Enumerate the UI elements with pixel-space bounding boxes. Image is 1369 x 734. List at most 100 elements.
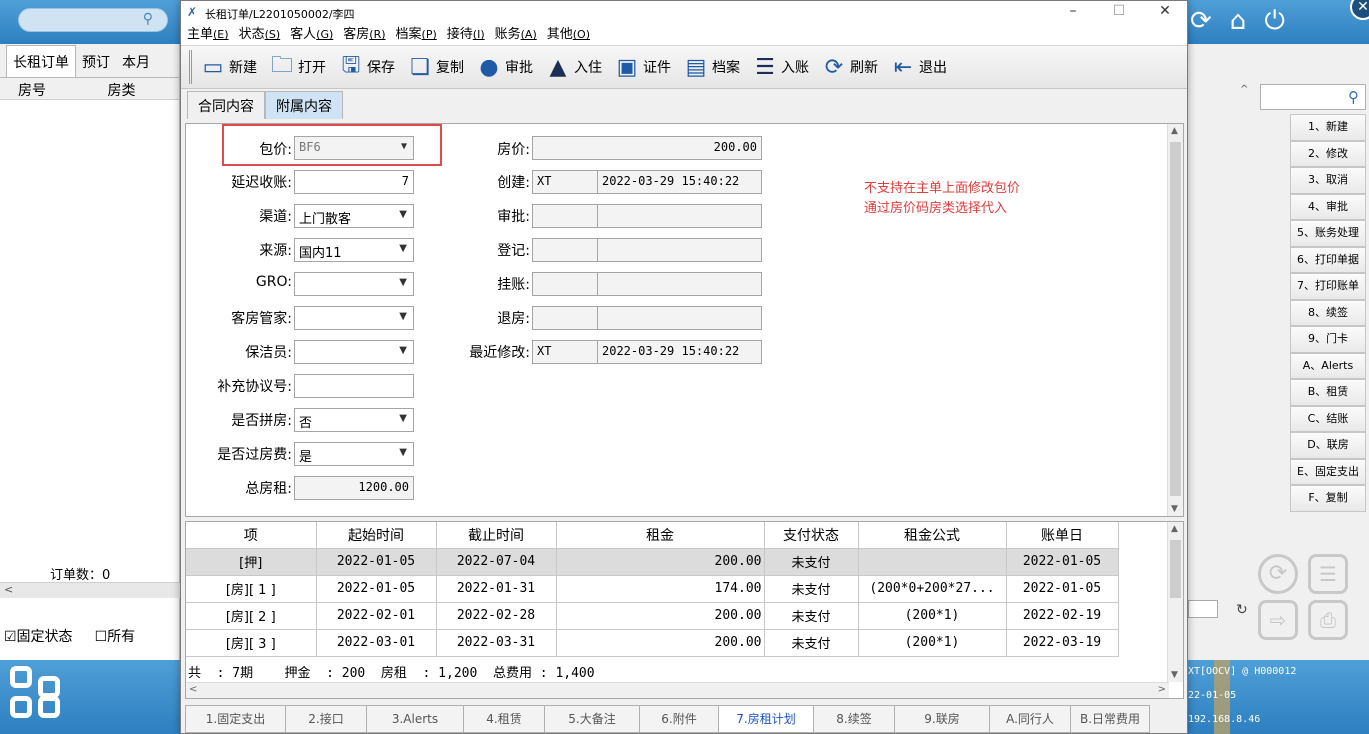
- supplement-input[interactable]: [294, 374, 414, 398]
- new-button[interactable]: ▭ 新建: [200, 50, 257, 84]
- small-input[interactable]: [1188, 600, 1218, 618]
- form-scrollbar[interactable]: ▲ ▼: [1167, 124, 1183, 516]
- action-item[interactable]: C、结账: [1290, 405, 1366, 432]
- window-titlebar[interactable]: ✗ 长租订单/L2201050002/李四 – ☐ ✕: [181, 1, 1187, 25]
- refresh-small-icon[interactable]: ↻: [1236, 602, 1248, 618]
- table-row[interactable]: [房][ 1 ] 2022-01-05 2022-01-31 174.00 未支…: [186, 575, 1119, 603]
- close-button[interactable]: ✕: [1147, 3, 1183, 23]
- tab-lease[interactable]: 4.租赁: [463, 705, 545, 733]
- tab-fixed-expense[interactable]: 1.固定支出: [185, 705, 286, 733]
- all-checkbox[interactable]: ☐所有: [95, 626, 136, 646]
- table-row[interactable]: [房][ 2 ] 2022-02-01 2022-02-28 200.00 未支…: [186, 602, 1119, 630]
- open-button[interactable]: 🗀 打开: [269, 50, 326, 84]
- col-bill-day[interactable]: 账单日: [1006, 522, 1119, 549]
- approve-button[interactable]: ● 审批: [476, 50, 533, 84]
- tab-linked-rooms[interactable]: 9.联房: [894, 705, 990, 733]
- app-search-box[interactable]: ⚲: [18, 8, 168, 32]
- action-item[interactable]: 6、打印单据: [1290, 246, 1366, 273]
- post-button[interactable]: ☰ 入账: [752, 50, 809, 84]
- share-room-select[interactable]: 否 ▼: [294, 408, 414, 432]
- menu-other[interactable]: 其他(O): [547, 25, 590, 45]
- cleaner-select[interactable]: ▼: [294, 340, 414, 364]
- action-item[interactable]: D、联房: [1290, 432, 1366, 459]
- gro-select[interactable]: ▼: [294, 272, 414, 296]
- tab-companions[interactable]: A.同行人: [989, 705, 1071, 733]
- delay-billing-input[interactable]: 7: [294, 170, 414, 194]
- scroll-up-icon[interactable]: ▲: [1171, 126, 1178, 136]
- grid-horizontal-scrollbar[interactable]: < >: [186, 682, 1169, 698]
- menu-status[interactable]: 状态(S): [239, 25, 281, 45]
- action-item[interactable]: F、复制: [1290, 485, 1366, 512]
- grid-vertical-scrollbar[interactable]: ▲ ▼: [1167, 522, 1183, 682]
- order-list-scrollbar[interactable]: <: [0, 582, 180, 598]
- col-room-no[interactable]: 房号: [0, 78, 90, 99]
- list-icon[interactable]: ☰: [1308, 554, 1348, 594]
- col-end-date[interactable]: 截止时间: [436, 522, 557, 549]
- col-item[interactable]: 项: [186, 522, 317, 549]
- tab-long-rent-orders[interactable]: 长租订单: [6, 45, 76, 77]
- print-icon[interactable]: ⎙: [1308, 600, 1348, 640]
- col-pay-status[interactable]: 支付状态: [764, 522, 859, 549]
- channel-select[interactable]: 上门散客 ▼: [294, 204, 414, 228]
- profile-button[interactable]: ▤ 档案: [683, 50, 740, 84]
- action-item[interactable]: 3、取消: [1290, 167, 1366, 194]
- tab-renewal[interactable]: 8.续签: [813, 705, 895, 733]
- scroll-down-icon[interactable]: ▼: [1171, 670, 1178, 680]
- action-item[interactable]: 7、打印账单: [1290, 273, 1366, 300]
- refresh-button[interactable]: ⟳ 刷新: [821, 50, 878, 84]
- power-icon[interactable]: ⏻: [1264, 6, 1285, 37]
- tab-remarks[interactable]: 5.大备注: [544, 705, 640, 733]
- scroll-thumb[interactable]: [1170, 540, 1181, 598]
- menu-profile[interactable]: 档案(P): [396, 25, 437, 45]
- col-start-date[interactable]: 起始时间: [316, 522, 437, 549]
- scroll-down-icon[interactable]: ▼: [1171, 504, 1178, 514]
- scroll-left-icon[interactable]: <: [4, 583, 13, 596]
- tab-attached-content[interactable]: 附属内容: [265, 91, 343, 119]
- copy-button[interactable]: ❏ 复制: [407, 50, 464, 84]
- tab-attachments[interactable]: 6.附件: [639, 705, 719, 733]
- refresh-circle-icon[interactable]: ⟳: [1190, 6, 1212, 37]
- action-item[interactable]: 2、修改: [1290, 140, 1366, 167]
- menu-guest[interactable]: 客人(G): [290, 25, 333, 45]
- tab-interface[interactable]: 2.接口: [285, 705, 367, 733]
- import-icon[interactable]: ⇨: [1258, 600, 1298, 640]
- search-refresh-icon[interactable]: ⟳: [1258, 554, 1298, 594]
- action-item[interactable]: 5、账务处理: [1290, 220, 1366, 247]
- action-item[interactable]: E、固定支出: [1290, 458, 1366, 485]
- col-rent[interactable]: 租金: [556, 522, 765, 549]
- col-room-type[interactable]: 房类: [90, 78, 180, 99]
- menu-accounts[interactable]: 账务(A): [495, 25, 537, 45]
- exit-button[interactable]: ⇤ 退出: [890, 50, 947, 84]
- action-item[interactable]: 1、新建: [1290, 114, 1366, 141]
- table-row[interactable]: [押] 2022-01-05 2022-07-04 200.00 未支付 202…: [186, 548, 1119, 576]
- scroll-up-icon[interactable]: ▲: [1171, 524, 1178, 534]
- save-button[interactable]: 🖫 保存: [338, 50, 395, 84]
- id-button[interactable]: ▣ 证件: [614, 50, 671, 84]
- action-item[interactable]: B、租赁: [1290, 379, 1366, 406]
- scroll-up-icon[interactable]: ^: [1240, 84, 1248, 95]
- tab-rent-plan[interactable]: 7.房租计划: [718, 705, 814, 733]
- minimize-button[interactable]: –: [1055, 3, 1091, 23]
- tab-reservations[interactable]: 预订: [76, 46, 116, 77]
- menu-room[interactable]: 客房(R): [343, 25, 385, 45]
- scroll-left-icon[interactable]: <: [189, 684, 197, 695]
- tab-this-month[interactable]: 本月: [116, 46, 156, 77]
- action-item[interactable]: 4、审批: [1290, 193, 1366, 220]
- home-icon[interactable]: ⌂: [1230, 6, 1247, 37]
- table-row[interactable]: [房][ 3 ] 2022-03-01 2022-03-31 200.00 未支…: [186, 629, 1119, 657]
- source-select[interactable]: 国内11 ▼: [294, 238, 414, 262]
- checkin-button[interactable]: ▲ 入住: [545, 50, 602, 84]
- action-item[interactable]: A、Alerts: [1290, 352, 1366, 379]
- menu-main[interactable]: 主单(E): [187, 25, 229, 45]
- scroll-thumb[interactable]: [1170, 142, 1181, 496]
- package-select[interactable]: BF6 ▼: [294, 136, 414, 160]
- tab-daily-expenses[interactable]: B.日常费用: [1070, 705, 1150, 733]
- scroll-right-icon[interactable]: >: [1158, 684, 1166, 695]
- room-fee-select[interactable]: 是 ▼: [294, 442, 414, 466]
- action-search-input[interactable]: ⚲: [1260, 84, 1366, 110]
- maximize-button[interactable]: ☐: [1101, 3, 1137, 23]
- housekeeper-select[interactable]: ▼: [294, 306, 414, 330]
- tab-alerts[interactable]: 3.Alerts: [366, 705, 464, 733]
- action-item[interactable]: 8、续签: [1290, 299, 1366, 326]
- col-rent-formula[interactable]: 租金公式: [858, 522, 1007, 549]
